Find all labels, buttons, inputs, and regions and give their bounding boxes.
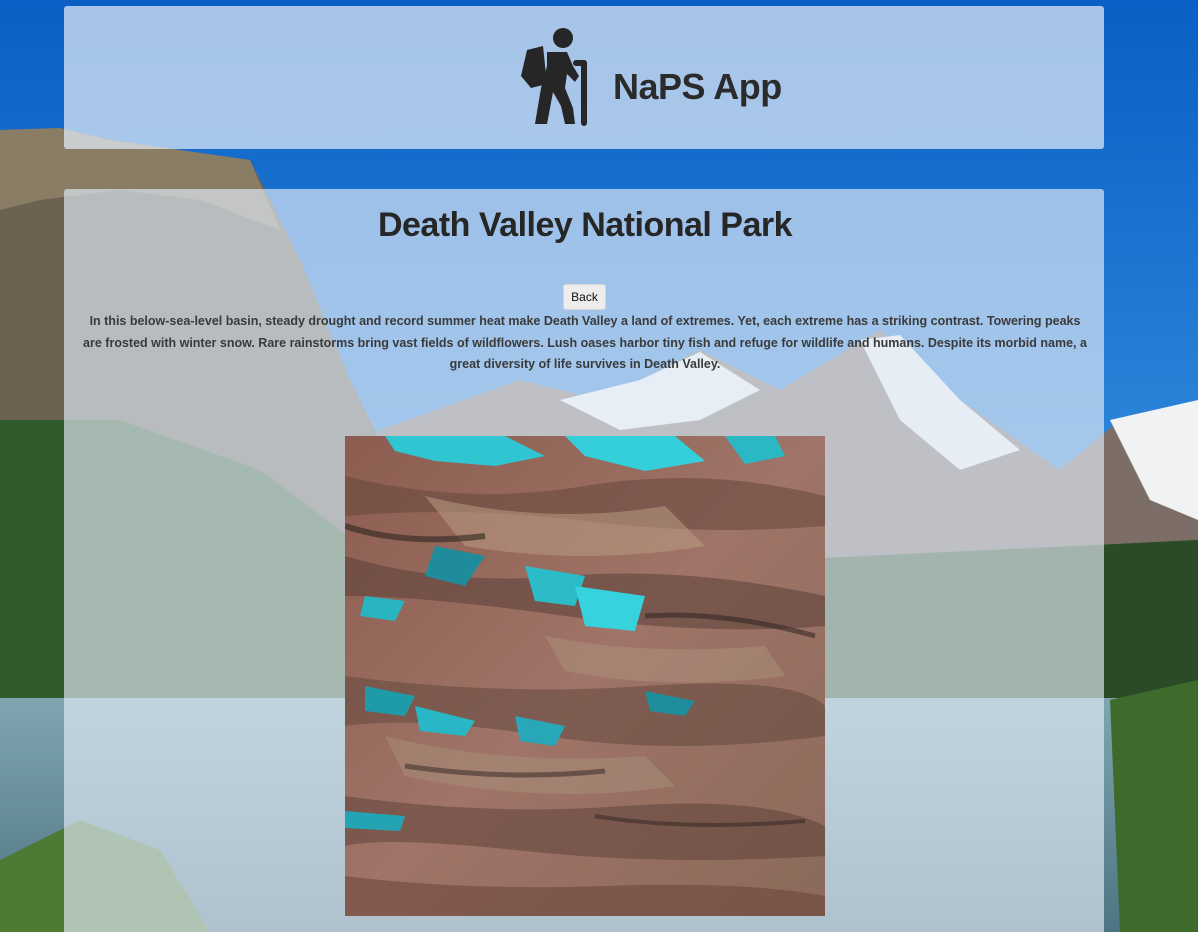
hiker-icon — [521, 28, 587, 126]
satellite-terrain-image — [345, 436, 825, 916]
app-title: NaPS App — [613, 66, 782, 107]
park-title: Death Valley National Park — [377, 206, 793, 244]
park-description: In this below-sea-level basin, steady dr… — [83, 314, 1087, 371]
back-button[interactable]: Back — [563, 284, 606, 310]
brand[interactable]: NaPS App — [517, 26, 782, 126]
app-header: NaPS App — [64, 6, 1104, 149]
